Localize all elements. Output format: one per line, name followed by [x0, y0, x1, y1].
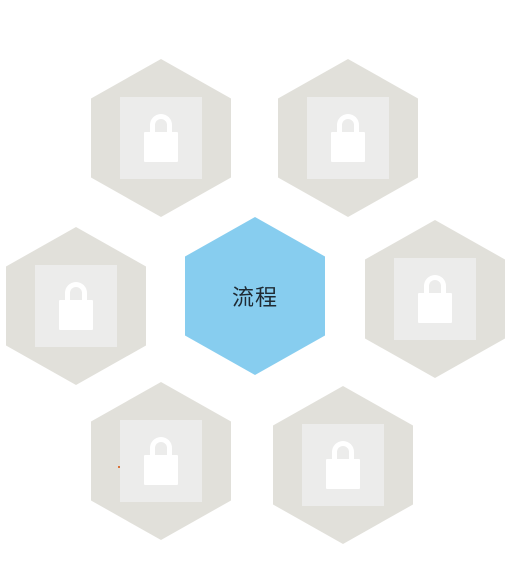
lock-icon: [322, 441, 364, 489]
lock-box: [35, 265, 117, 347]
lock-icon: [140, 437, 182, 485]
lock-box: [120, 420, 202, 502]
locked-tile-middle-right[interactable]: [365, 220, 505, 378]
lock-icon: [55, 282, 97, 330]
locked-tile-top-right[interactable]: [278, 59, 418, 217]
locked-tile-top-left[interactable]: [91, 59, 231, 217]
lock-icon: [140, 114, 182, 162]
locked-tile-bottom-left[interactable]: [91, 382, 231, 540]
locked-tile-middle-left[interactable]: [6, 227, 146, 385]
lock-box: [302, 424, 384, 506]
locked-tile-bottom-right[interactable]: [273, 386, 413, 544]
lock-box: [394, 258, 476, 340]
stray-dot: [118, 466, 120, 468]
lock-box: [307, 97, 389, 179]
lock-icon: [414, 275, 456, 323]
center-tile-label: 流程: [231, 286, 278, 311]
lock-box: [120, 97, 202, 179]
center-tile[interactable]: 流程: [185, 217, 325, 375]
lock-icon: [327, 114, 369, 162]
